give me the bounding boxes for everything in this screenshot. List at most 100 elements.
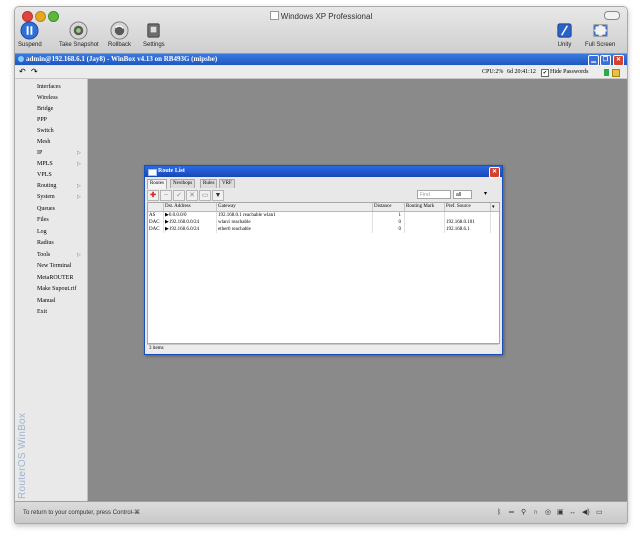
filter-icon: ▼	[214, 192, 222, 199]
cd-icon[interactable]: ◎	[545, 502, 551, 523]
filter-select[interactable]: all	[453, 190, 472, 199]
settings-button[interactable]: Settings	[143, 21, 165, 48]
window-title: Windows XP Professional	[15, 11, 627, 21]
route-list-toolbar: ✚ − ✓ ✕ ▭ ▼ Find all ▾	[147, 189, 498, 201]
disk-icon[interactable]: ▣	[557, 502, 564, 523]
take-snapshot-label: Take Snapshot	[59, 42, 99, 48]
sound-icon[interactable]: ◀)	[582, 502, 590, 523]
column-header-distance[interactable]: Distance	[373, 203, 405, 211]
close-button[interactable]: ✕	[613, 55, 624, 66]
unity-button[interactable]: Unity	[555, 21, 574, 48]
menu-item-new-terminal[interactable]: New Terminal	[37, 263, 71, 269]
column-header-routing-mark[interactable]: Routing Mark	[405, 203, 445, 211]
status-indicator-icon	[604, 69, 609, 76]
column-header-flags[interactable]	[148, 203, 164, 211]
network-icon[interactable]: ═	[509, 502, 514, 523]
submenu-arrow-icon: ▷	[77, 252, 81, 258]
uptime-status: 6d 20:41:12	[507, 69, 536, 75]
tab-vrf[interactable]: VRF	[219, 179, 235, 188]
suspend-button[interactable]: Suspend	[18, 21, 42, 48]
keyboard-icon[interactable]: ▭	[596, 502, 603, 523]
row-pref-source: 192.168.0.101	[445, 219, 491, 226]
submenu-arrow-icon: ▷	[77, 194, 81, 200]
route-table: Dst. Address Gateway Distance Routing Ma…	[147, 202, 500, 344]
menu-item-mesh[interactable]: Mesh	[37, 139, 50, 145]
column-chooser-icon[interactable]: ▾	[492, 203, 495, 211]
route-list-titlebar[interactable]: Route List ✕	[145, 166, 502, 178]
maximize-button[interactable]: ❐	[600, 55, 611, 66]
find-input[interactable]: Find	[417, 190, 451, 199]
rollback-icon	[110, 21, 129, 40]
headphones-icon[interactable]: ∩	[533, 502, 538, 523]
rollback-button[interactable]: Rollback	[108, 21, 131, 48]
row-distance: 1	[373, 212, 405, 219]
tab-routes[interactable]: Routes	[147, 179, 167, 189]
bluetooth-icon[interactable]: ᛒ	[497, 502, 501, 523]
full-screen-button[interactable]: Full Screen	[585, 21, 615, 48]
submenu-arrow-icon: ▷	[77, 150, 81, 156]
row-pref-source	[445, 212, 491, 219]
comment-button[interactable]: ▭	[199, 190, 211, 201]
take-snapshot-button[interactable]: Take Snapshot	[59, 21, 99, 48]
column-header-dst-address[interactable]: Dst. Address	[164, 203, 217, 211]
menu-item-vpls[interactable]: VPLS	[37, 172, 52, 178]
chevron-down-icon[interactable]: ▾	[484, 190, 487, 197]
enable-button[interactable]: ✓	[173, 190, 185, 201]
menu-item-switch[interactable]: Switch	[37, 128, 54, 134]
menu-item-interfaces[interactable]: Interfaces	[37, 84, 61, 90]
row-routing-mark	[405, 212, 445, 219]
table-row[interactable]: DAC ▶192.168.6.0/24 ether6 reachable 0 1…	[148, 226, 499, 233]
redo-icon[interactable]: ↷	[31, 66, 38, 78]
routeros-winbox-brand: RouterOS WinBox	[17, 412, 28, 499]
tab-rules[interactable]: Rules	[200, 179, 218, 188]
minimize-button[interactable]: ▁	[588, 55, 599, 66]
winbox-logo-icon	[18, 56, 24, 62]
submenu-arrow-icon: ▷	[77, 183, 81, 189]
add-button[interactable]: ✚	[147, 190, 159, 201]
menu-item-tools[interactable]: Tools	[37, 252, 50, 258]
menu-item-ppp[interactable]: PPP	[37, 117, 47, 123]
menu-item-files[interactable]: Files	[37, 217, 49, 223]
menu-item-routing[interactable]: Routing	[37, 183, 56, 189]
table-row[interactable]: DAC ▶192.168.0.0/24 wlan1 reachable 0 19…	[148, 219, 499, 226]
menu-item-mpls[interactable]: MPLS	[37, 161, 53, 167]
menu-item-wireless[interactable]: Wireless	[37, 95, 58, 101]
toolbar-toggle-button[interactable]	[604, 11, 620, 20]
menu-item-manual[interactable]: Manual	[37, 298, 55, 304]
menu-item-system[interactable]: System	[37, 194, 55, 200]
row-dst-address: ▶192.168.6.0/24	[164, 226, 217, 233]
hide-passwords-checkbox[interactable]: ✔	[541, 69, 549, 77]
disable-button[interactable]: ✕	[186, 190, 198, 201]
row-gateway: ether6 reachable	[217, 226, 373, 233]
winbox-title: admin@192.168.6.1 (Jay8) - WinBox v4.13 …	[26, 55, 218, 63]
menu-item-bridge[interactable]: Bridge	[37, 106, 53, 112]
row-gateway: 192.168.0.1 reachable wlan1	[217, 212, 373, 219]
menu-item-queues[interactable]: Queues	[37, 206, 55, 212]
menu-item-exit[interactable]: Exit	[37, 309, 47, 315]
tab-nexthops[interactable]: Nexthops	[170, 179, 196, 188]
column-header-pref-source[interactable]: Pref. Source	[445, 203, 491, 211]
undo-icon[interactable]: ↶	[19, 66, 26, 78]
menu-item-radius[interactable]: Radius	[37, 240, 54, 246]
row-distance: 0	[373, 226, 405, 233]
lock-icon	[612, 69, 620, 77]
remove-button[interactable]: −	[160, 190, 172, 201]
menu-item-log[interactable]: Log	[37, 229, 47, 235]
filter-button[interactable]: ▼	[212, 190, 224, 201]
menu-item-metarouter[interactable]: MetaROUTER	[37, 275, 73, 281]
row-distance: 0	[373, 219, 405, 226]
table-header: Dst. Address Gateway Distance Routing Ma…	[148, 203, 499, 212]
window-icon	[148, 169, 157, 176]
menu-item-ip[interactable]: IP	[37, 150, 42, 156]
column-header-gateway[interactable]: Gateway	[217, 203, 373, 211]
table-row[interactable]: AS ▶0.0.0.0/0 192.168.0.1 reachable wlan…	[148, 212, 499, 219]
shared-folder-icon[interactable]: ↔	[569, 502, 576, 523]
menu-item-make-supout[interactable]: Make Supout.rif	[37, 286, 76, 292]
vm-status-bar: To return to your computer, press Contro…	[15, 501, 627, 523]
camera-icon	[69, 21, 88, 40]
route-list-title: Route List	[158, 168, 185, 174]
usb-icon[interactable]: ⚲	[521, 502, 526, 523]
route-list-close-button[interactable]: ✕	[489, 167, 500, 178]
vm-window: Windows XP Professional Suspend Take Sna…	[14, 6, 628, 524]
hide-passwords-label: Hide Passwords	[550, 69, 589, 75]
